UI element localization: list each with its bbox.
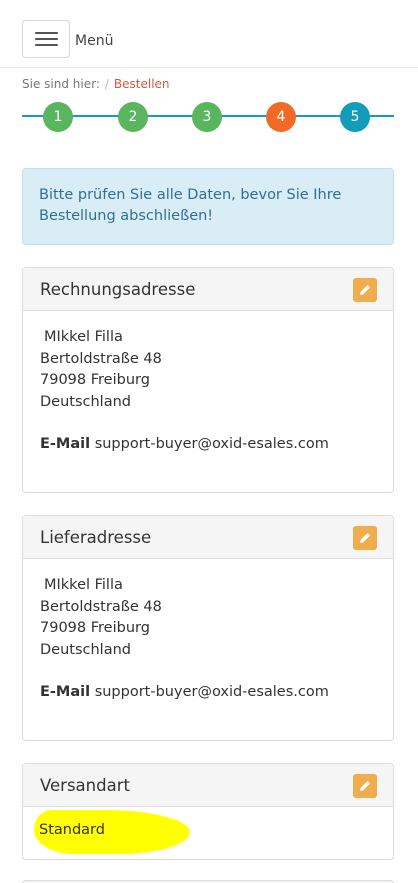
- billing-address-header: Rechnungsadresse: [23, 268, 393, 311]
- menu-label[interactable]: Menü: [75, 33, 113, 49]
- edit-delivery-button[interactable]: [353, 526, 377, 550]
- delivery-email: support-buyer@oxid-esales.com: [94, 684, 329, 700]
- billing-email-label: E-Mail: [40, 436, 91, 452]
- billing-address-body: MIkkel Filla Bertoldstraße 48 79098 Frei…: [23, 311, 393, 472]
- breadcrumb-prefix: Sie sind hier:: [22, 77, 100, 91]
- billing-email: support-buyer@oxid-esales.com: [94, 436, 329, 452]
- billing-country: Deutschland: [40, 393, 131, 410]
- edit-billing-button[interactable]: [353, 278, 377, 302]
- info-alert: Bitte prüfen Sie alle Daten, bevor Sie I…: [22, 168, 394, 245]
- hamburger-icon-bar: [35, 44, 58, 46]
- breadcrumb: Sie sind hier: / Bestellen: [22, 77, 170, 91]
- pencil-icon: [360, 285, 370, 295]
- edit-shipping-button[interactable]: [353, 774, 377, 798]
- shipping-method-title: Versandart: [40, 776, 130, 795]
- top-header: Menü: [0, 0, 418, 68]
- delivery-city: 79098 Freiburg: [40, 620, 150, 636]
- delivery-email-label: E-Mail: [40, 684, 91, 700]
- billing-address-panel: Rechnungsadresse MIkkel Filla Bertoldstr…: [22, 267, 394, 493]
- breadcrumb-current[interactable]: Bestellen: [114, 77, 170, 91]
- shipping-method-header: Versandart: [23, 764, 393, 807]
- pencil-icon: [360, 533, 370, 543]
- hamburger-icon: [35, 32, 58, 34]
- step-1[interactable]: 1: [43, 102, 73, 132]
- delivery-address-title: Lieferadresse: [40, 528, 152, 547]
- billing-name: MIkkel Filla: [44, 329, 123, 345]
- hamburger-icon-bar: [35, 38, 58, 40]
- delivery-address-body: MIkkel Filla Bertoldstraße 48 79098 Frei…: [23, 559, 393, 720]
- delivery-street: Bertoldstraße 48: [40, 598, 162, 615]
- billing-email-row: E-Mail support-buyer@oxid-esales.com: [40, 434, 376, 456]
- pencil-icon: [360, 781, 370, 791]
- delivery-email-row: E-Mail support-buyer@oxid-esales.com: [40, 682, 376, 704]
- billing-address-title: Rechnungsadresse: [40, 280, 196, 299]
- delivery-address-panel: Lieferadresse MIkkel Filla Bertoldstraße…: [22, 515, 394, 741]
- checkout-steps: 1 2 3 4 5: [22, 100, 394, 134]
- delivery-country: Deutschland: [40, 641, 131, 658]
- billing-city: 79098 Freiburg: [40, 372, 150, 388]
- delivery-address-header: Lieferadresse: [23, 516, 393, 559]
- delivery-name: MIkkel Filla: [44, 577, 123, 593]
- step-4: 4: [266, 102, 296, 132]
- step-3[interactable]: 3: [192, 102, 222, 132]
- menu-button[interactable]: [22, 20, 70, 58]
- billing-street: Bertoldstraße 48: [40, 350, 162, 367]
- step-5: 5: [340, 102, 370, 132]
- step-2[interactable]: 2: [118, 102, 148, 132]
- breadcrumb-separator: /: [104, 77, 109, 91]
- shipping-method-value: Standard: [39, 822, 105, 838]
